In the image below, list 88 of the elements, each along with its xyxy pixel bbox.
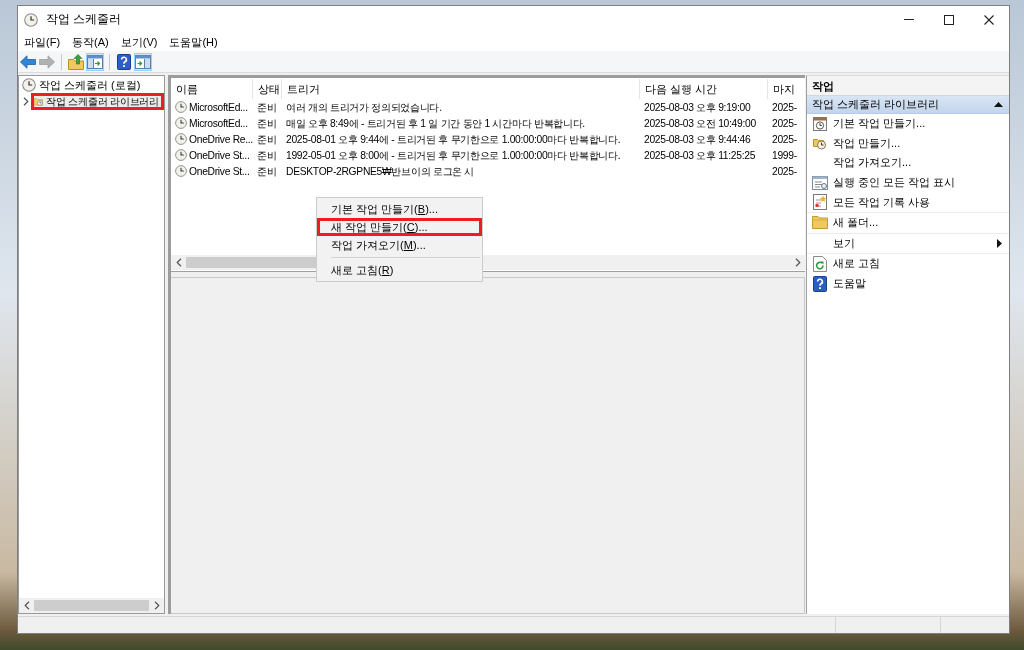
menu-item[interactable]: 작업 가져오기(M)... [317,236,482,254]
back-button[interactable] [19,52,37,71]
table-cell: 2025- [772,132,797,146]
menu-bar-item[interactable]: 동작(A) [66,33,115,51]
table-cell: 2025-08-01 오후 9:44에 - 트리거된 후 무기한으로 1.00:00:00마다 반복합니다. [286,132,621,146]
tree-item[interactable]: 작업 스케줄러 라이브러리 [31,93,164,110]
table-cell: 2025- [772,164,797,178]
table-cell: 2025- [772,100,797,114]
clock-icon [175,117,187,129]
clock-icon [175,101,187,113]
table-cell: DESKTOP-2RGPNE5₩반브이의 로그온 시 [286,164,475,178]
tree-item[interactable]: 작업 스케줄러 (로컬) [19,77,146,93]
folder-clock-icon [813,136,827,151]
clock-icon [175,165,187,177]
maximize-icon [944,14,954,25]
horizontal-scrollbar[interactable] [19,598,164,613]
help-button[interactable] [115,52,133,71]
task-name-cell: MicrosoftEd... [189,116,248,130]
menu-bar-item[interactable]: 보기(V) [114,33,164,51]
action-item[interactable]: 새 폴더... [807,212,1009,233]
menu-item[interactable]: 기본 작업 만들기(B)... [317,200,482,218]
refresh-icon [813,255,827,272]
chevron-left-icon [23,601,30,610]
right-arrow-icon [39,54,55,69]
menu-bar-item[interactable]: 도움말(H) [163,33,224,51]
table-row[interactable]: OneDrive St... 준비 DESKTOP-2RGPNE5₩반브이의 로그온 시 2025- [171,163,805,179]
table-cell: 매일 오후 8:49에 - 트리거된 후 1 일 기간 동안 1 시간마다 반복합니다. [286,116,585,130]
table-cell: 준비 [257,164,277,178]
clock-icon [22,78,36,92]
task-name-cell: OneDrive St... [189,164,250,178]
table-cell: 준비 [257,100,277,114]
help-icon [813,275,827,292]
table-cell: 2025- [772,116,797,130]
action-item[interactable]: 모든 작업 기록 사용 [807,192,1009,212]
table-cell: 준비 [257,148,277,162]
section-header[interactable]: 작업 스케줄러 라이브러리 [807,96,1009,114]
task-name-cell: MicrosoftEd... [189,100,248,114]
action-item[interactable]: 작업 가져오기... [807,153,1009,173]
table-row[interactable]: OneDrive St... 준비 1992-05-01 오후 8:00에 - 트리거된 후 무기한으로 1.00:00:00마다 반복합니다. 2025-08-03 오후 11:25:25 1999- [171,147,805,163]
minimize-icon [904,19,914,20]
chevron-right-icon [794,258,801,267]
action-item[interactable]: 실행 중인 모든 작업 표시 [807,172,1009,193]
column-header[interactable]: 상태 [253,79,282,99]
table-row[interactable]: MicrosoftEd... 준비 매일 오후 8:49에 - 트리거된 후 1 일 기간 동안 1 시간마다 반복합니다. 2025-08-03 오전 10:49:00 2025- [171,115,805,131]
table-cell: 준비 [257,132,277,146]
action-item[interactable]: 새로 고침 [807,254,1009,274]
action-pane-button[interactable] [134,52,152,71]
left-arrow-icon [20,54,36,69]
column-header[interactable]: 트리거 [282,79,640,99]
column-header[interactable]: 마지 [768,79,805,99]
up-one-level-button[interactable] [67,52,85,71]
menu-item[interactable]: 새 작업 만들기(C)... [317,218,482,236]
chevron-left-icon [175,258,182,267]
folder-icon [812,216,828,230]
console-tree-button[interactable] [86,52,104,71]
scrollbar-thumb[interactable] [34,600,149,611]
table-cell: 2025-08-03 오후 9:44:46 [644,132,751,146]
window-list-icon [812,175,828,190]
window-title: 작업 스케줄러 [46,12,122,27]
folder-up-arrow-icon [68,53,84,70]
close-icon [984,14,994,25]
action-item[interactable]: 기본 작업 만들기... [807,114,1009,134]
table-row[interactable]: OneDrive Re... 준비 2025-08-01 오후 9:44에 - 트리거된 후 무기한으로 1.00:00:00마다 반복합니다. 2025-08-03 오후 9:44:46 2025- [171,131,805,147]
action-item[interactable]: 도움말 [807,273,1009,294]
task-name-cell: OneDrive St... [189,148,250,162]
table-cell: 2025-08-03 오전 10:49:00 [644,116,756,130]
table-cell: 2025-08-03 오후 11:25:25 [644,148,756,162]
tree-pane-window-icon [87,54,103,69]
table-row[interactable]: MicrosoftEd... 준비 여러 개의 트리거가 정의되었습니다. 2025-08-03 오후 9:19:00 2025- [171,99,805,115]
action-item[interactable]: 작업 만들기... [807,133,1009,154]
chevron-right-icon [153,601,160,610]
task-name-cell: OneDrive Re... [189,132,253,146]
table-cell: 1992-05-01 오후 8:00에 - 트리거된 후 무기한으로 1.00:00:00마다 반복합니다. [286,148,621,162]
menu-bar-item[interactable]: 파일(F) [18,33,67,51]
calendar-clock-icon [812,115,828,132]
menu-item[interactable]: 새로 고침(R) [317,261,482,279]
table-cell: 준비 [257,116,277,130]
column-header[interactable]: 다음 실행 시간 [640,79,768,99]
table-cell: 여러 개의 트리거가 정의되었습니다. [286,100,442,114]
table-cell: 1999- [772,148,797,162]
clock-icon [175,149,187,161]
column-header[interactable]: 이름 [171,79,253,99]
table-cell: 2025-08-03 오후 9:19:00 [644,100,751,114]
clock-icon [24,12,38,27]
action-pane-window-icon [135,54,151,69]
clock-icon [175,133,187,145]
action-item[interactable]: 보기 [807,233,1009,254]
actions-pane-title: 작업 [807,76,1009,96]
